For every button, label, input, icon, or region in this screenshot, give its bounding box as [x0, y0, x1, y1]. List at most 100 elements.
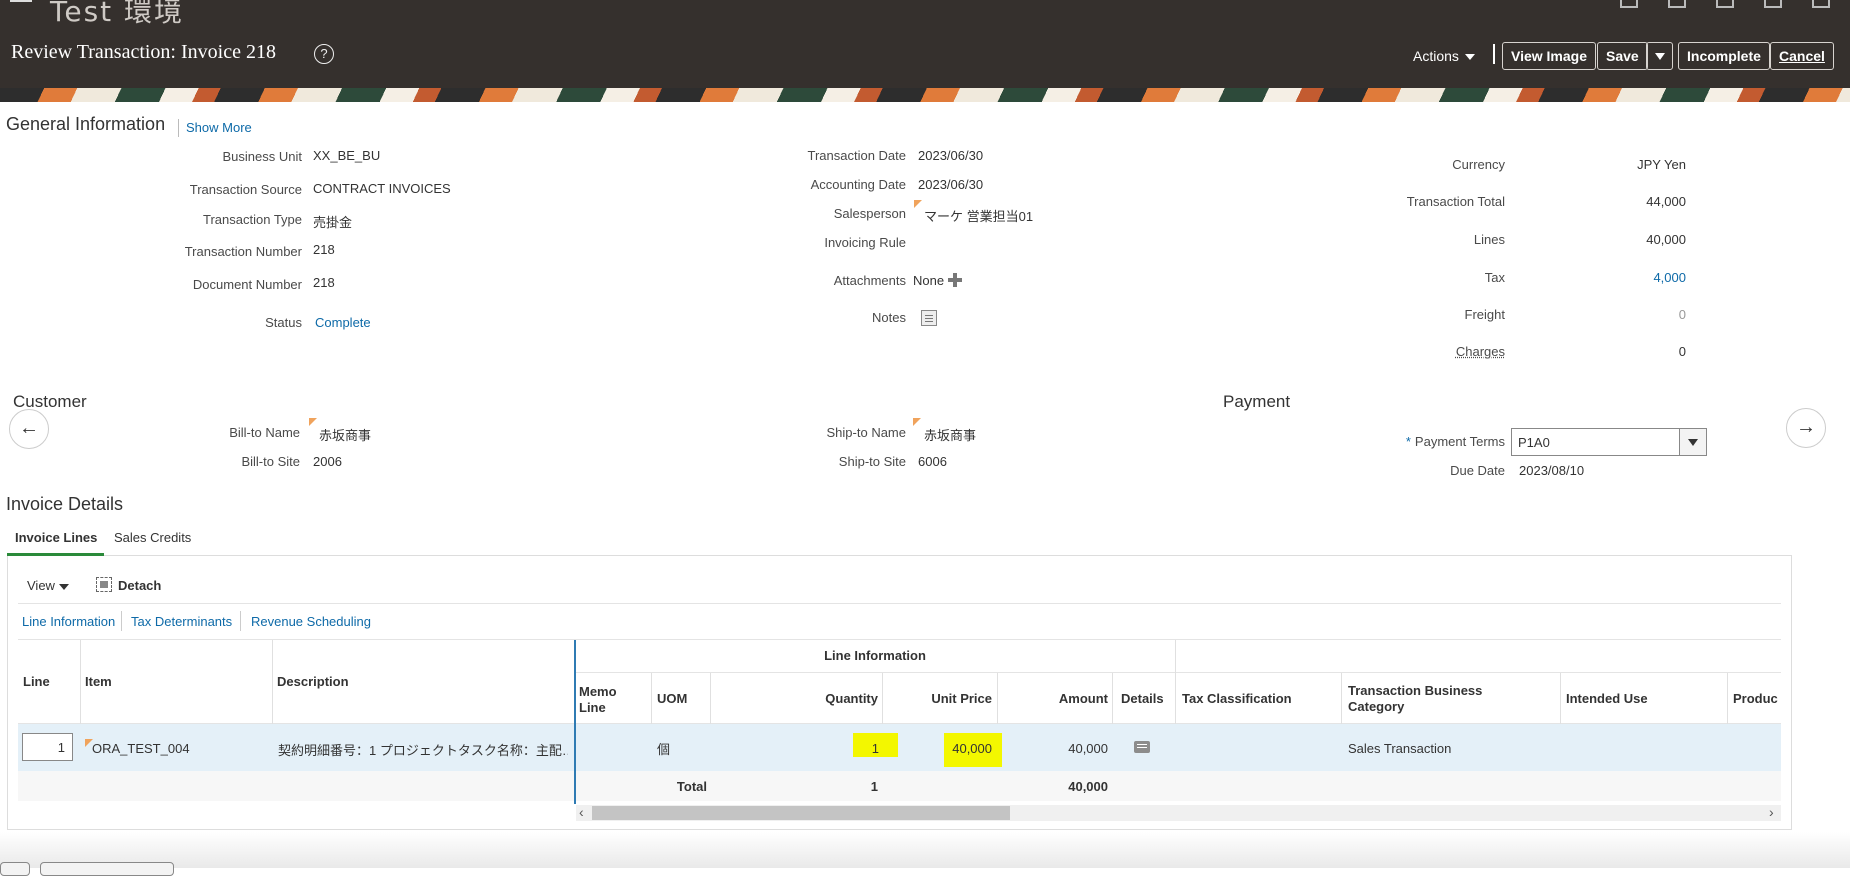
line-information-link[interactable]: Line Information	[22, 614, 115, 629]
transaction-total-label: Transaction Total	[1406, 194, 1505, 209]
column-header-item[interactable]: Item	[85, 674, 112, 690]
column-divider	[882, 673, 883, 724]
footer-button[interactable]	[0, 862, 30, 876]
salesperson-label: Salesperson	[833, 206, 906, 221]
column-header-intended-use[interactable]: Intended Use	[1566, 691, 1648, 707]
link-separator	[121, 611, 122, 631]
column-divider	[1727, 673, 1728, 724]
accounting-date-value: 2023/06/30	[918, 177, 984, 192]
required-indicator: *	[1405, 434, 1411, 449]
detach-button[interactable]: Detach	[118, 578, 161, 593]
chevron-down-icon	[1655, 53, 1665, 60]
column-header-description[interactable]: Description	[277, 674, 349, 690]
payment-terms-input[interactable]	[1511, 428, 1679, 456]
column-header-quantity[interactable]: Quantity	[712, 691, 878, 707]
business-unit-value: XX_BE_BU	[313, 148, 381, 163]
table-top-border	[18, 639, 1781, 640]
transaction-date-label: Transaction Date	[807, 148, 906, 163]
description-cell: 契約明細番号：1 プロジェクトタスク名称：主配…	[278, 743, 568, 758]
watchlist-icon[interactable]	[1716, 0, 1734, 8]
scrollbar-thumb[interactable]	[592, 806, 1010, 820]
favorites-icon[interactable]	[1668, 0, 1686, 8]
chevron-down-icon	[58, 583, 69, 590]
bill-to-site-label: Bill-to Site	[241, 454, 300, 469]
notes-icon[interactable]	[921, 310, 937, 326]
total-amount: 40,000	[1068, 779, 1108, 794]
transaction-number-value: 218	[313, 242, 335, 257]
column-header-tax-classification[interactable]: Tax Classification	[1182, 691, 1292, 707]
status-link[interactable]: Complete	[315, 315, 371, 330]
previous-arrow-icon[interactable]: ←	[9, 409, 49, 449]
bill-to-name-value: 赤坂商事	[319, 428, 372, 443]
column-divider	[997, 673, 998, 724]
column-header-details[interactable]: Details	[1121, 691, 1164, 707]
tax-determinants-link[interactable]: Tax Determinants	[131, 614, 232, 629]
lines-label: Lines	[1473, 232, 1505, 247]
footer-button[interactable]	[40, 862, 174, 876]
invoice-details-heading: Invoice Details	[6, 494, 124, 514]
payment-terms-label-text: Payment Terms	[1414, 434, 1505, 449]
details-icon[interactable]	[1134, 741, 1150, 753]
environment-title: Test 環境	[50, 0, 185, 28]
user-avatar-icon[interactable]	[1812, 0, 1830, 8]
save-menu-button[interactable]	[1646, 42, 1673, 70]
amount-cell: 40,000	[1068, 741, 1108, 756]
detach-icon[interactable]	[96, 577, 112, 592]
view-image-button[interactable]: View Image	[1502, 42, 1597, 70]
column-divider	[1175, 640, 1176, 724]
due-date-value: 2023/08/10	[1519, 463, 1585, 478]
change-indicator-icon	[913, 418, 921, 426]
tax-label: Tax	[1484, 270, 1505, 285]
home-icon[interactable]	[1620, 0, 1638, 8]
transaction-type-label: Transaction Type	[203, 212, 302, 227]
view-menu[interactable]: View	[27, 578, 69, 593]
total-label: Total	[676, 779, 707, 794]
column-header-uom[interactable]: UOM	[657, 691, 687, 707]
actions-menu[interactable]: Actions	[1413, 48, 1475, 64]
table-total-row	[18, 771, 1781, 801]
uom-cell: 個	[657, 742, 671, 757]
add-attachment-icon[interactable]	[948, 273, 963, 287]
attachments-value: None	[913, 273, 963, 288]
charges-label: Charges	[1455, 344, 1505, 359]
column-header-transaction-business-category[interactable]: Transaction Business Category	[1348, 683, 1538, 715]
revenue-scheduling-link[interactable]: Revenue Scheduling	[251, 614, 371, 629]
next-arrow-icon[interactable]: →	[1786, 408, 1826, 448]
global-toolbar	[1620, 0, 1830, 10]
column-header-product[interactable]: Produc	[1733, 691, 1781, 707]
toolbar-divider	[1493, 44, 1495, 64]
salesperson-value: マーケ 営業担当01	[924, 209, 1034, 224]
currency-value: JPY Yen	[1637, 157, 1686, 172]
transaction-source-label: Transaction Source	[189, 182, 302, 197]
group-header-divider	[576, 672, 1781, 673]
link-separator	[240, 611, 241, 631]
column-divider	[1341, 673, 1342, 724]
help-icon[interactable]: ?	[314, 44, 334, 64]
tax-link[interactable]: 4,000	[1600, 270, 1686, 285]
due-date-label: Due Date	[1450, 463, 1505, 478]
show-more-link[interactable]: Show More	[178, 119, 252, 137]
payment-terms-dropdown-button[interactable]	[1679, 428, 1707, 456]
column-divider	[651, 673, 652, 724]
column-header-memo-line[interactable]: Memo Line	[579, 684, 639, 716]
transaction-business-category-cell: Sales Transaction	[1348, 741, 1452, 756]
column-header-unit-price[interactable]: Unit Price	[884, 691, 992, 707]
tab-invoice-lines[interactable]: Invoice Lines	[15, 530, 97, 545]
general-information-heading: General Information	[6, 114, 166, 134]
notifications-icon[interactable]	[1764, 0, 1782, 8]
chevron-down-icon	[1464, 54, 1475, 61]
menu-icon[interactable]	[10, 0, 32, 6]
cancel-button[interactable]: Cancel	[1770, 42, 1834, 70]
incomplete-button[interactable]: Incomplete	[1678, 42, 1770, 70]
save-button[interactable]: Save	[1597, 42, 1648, 70]
column-header-amount[interactable]: Amount	[999, 691, 1108, 707]
transaction-date-value: 2023/06/30	[918, 148, 984, 163]
tab-sales-credits[interactable]: Sales Credits	[114, 530, 191, 545]
line-number-input[interactable]	[22, 733, 73, 761]
scroll-right-icon[interactable]: ›	[1769, 804, 1774, 820]
lines-value: 40,000	[1646, 232, 1686, 247]
invoicing-rule-label: Invoicing Rule	[824, 235, 906, 250]
chevron-down-icon	[1688, 439, 1698, 446]
column-header-line[interactable]: Line	[23, 674, 50, 690]
scroll-left-icon[interactable]: ‹	[579, 804, 584, 820]
